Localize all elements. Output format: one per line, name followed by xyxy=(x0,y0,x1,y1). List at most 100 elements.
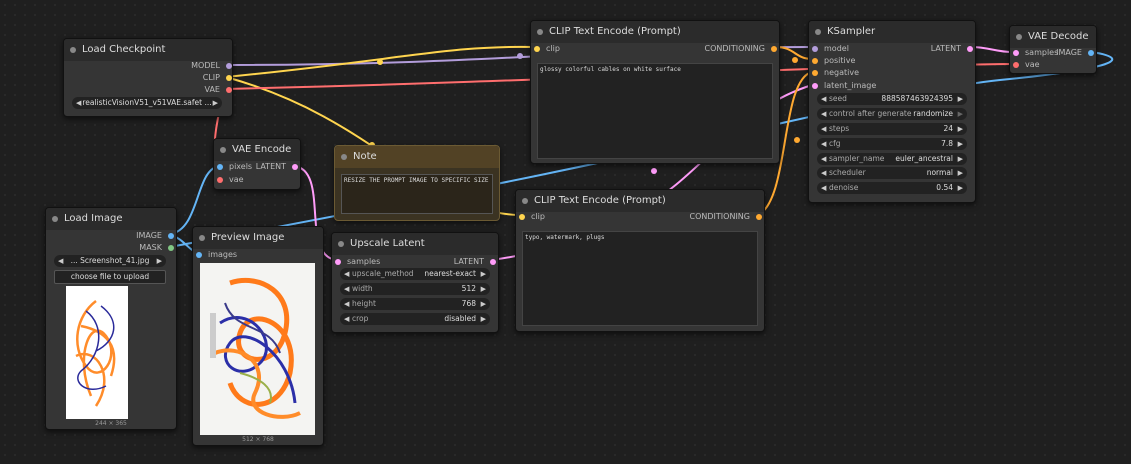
arrow-right-icon[interactable]: ▶ xyxy=(958,182,963,194)
prompt-textarea[interactable]: typo, watermark, plugs xyxy=(522,231,758,326)
arrow-right-icon[interactable]: ▶ xyxy=(481,298,486,310)
scheduler-widget[interactable]: ◀ scheduler normal ▶ xyxy=(817,167,967,179)
input-vae[interactable]: vae xyxy=(1013,60,1040,70)
collapse-dot-icon[interactable] xyxy=(537,29,543,35)
collapse-dot-icon[interactable] xyxy=(70,47,76,53)
node-title[interactable]: Upscale Latent xyxy=(332,233,498,255)
arrow-left-icon[interactable]: ◀ xyxy=(344,283,349,295)
latent-port-icon[interactable] xyxy=(967,46,973,52)
output-model[interactable]: MODEL xyxy=(191,61,232,71)
crop-widget[interactable]: ◀ crop disabled ▶ xyxy=(340,313,490,325)
output-vae[interactable]: VAE xyxy=(205,85,232,95)
ksampler-node[interactable]: KSampler model positive negative latent_… xyxy=(808,20,976,203)
input-samples[interactable]: samples xyxy=(335,257,380,267)
vae-port-icon[interactable] xyxy=(217,177,223,183)
clip-text-encode-positive-node[interactable]: CLIP Text Encode (Prompt) clip CONDITION… xyxy=(530,20,780,164)
input-negative[interactable]: negative xyxy=(812,68,859,78)
output-latent[interactable]: LATENT xyxy=(931,44,973,54)
image-port-icon[interactable] xyxy=(196,252,202,258)
collapse-dot-icon[interactable] xyxy=(522,198,528,204)
arrow-left-icon[interactable]: ◀ xyxy=(344,298,349,310)
input-samples[interactable]: samples xyxy=(1013,48,1058,58)
node-title[interactable]: CLIP Text Encode (Prompt) xyxy=(531,21,779,43)
collapse-dot-icon[interactable] xyxy=(341,154,347,160)
arrow-right-icon[interactable]: ▶ xyxy=(157,255,162,267)
collapse-dot-icon[interactable] xyxy=(220,147,226,153)
clip-text-encode-negative-node[interactable]: CLIP Text Encode (Prompt) clip CONDITION… xyxy=(515,189,765,332)
output-conditioning[interactable]: CONDITIONING xyxy=(705,44,777,54)
input-clip[interactable]: clip xyxy=(534,44,560,54)
output-clip[interactable]: CLIP xyxy=(203,73,232,83)
collapse-dot-icon[interactable] xyxy=(199,235,205,241)
output-latent[interactable]: LATENT xyxy=(454,257,496,267)
arrow-left-icon[interactable]: ◀ xyxy=(821,167,826,179)
input-positive[interactable]: positive xyxy=(812,56,855,66)
collapse-dot-icon[interactable] xyxy=(52,216,58,222)
arrow-right-icon[interactable]: ▶ xyxy=(958,93,963,105)
input-images[interactable]: images xyxy=(196,250,237,260)
node-title[interactable]: Note xyxy=(335,146,499,168)
arrow-right-icon[interactable]: ▶ xyxy=(481,268,486,280)
arrow-left-icon[interactable]: ◀ xyxy=(821,138,826,150)
node-title[interactable]: VAE Decode xyxy=(1010,26,1096,48)
sampler-name-widget[interactable]: ◀ sampler_name euler_ancestral ▶ xyxy=(817,153,967,165)
arrow-left-icon[interactable]: ◀ xyxy=(344,268,349,280)
image-name-combo[interactable]: ◀... Screenshot_41.jpg ▶ xyxy=(54,255,166,267)
vae-decode-node[interactable]: VAE Decode samples vae IMAGE xyxy=(1009,25,1097,74)
upload-button[interactable]: choose file to upload xyxy=(54,270,166,284)
image-port-icon[interactable] xyxy=(168,233,174,239)
denoise-widget[interactable]: ◀ denoise 0.54 ▶ xyxy=(817,182,967,194)
arrow-right-icon[interactable]: ▶ xyxy=(958,153,963,165)
latent-port-icon[interactable] xyxy=(292,164,298,170)
arrow-left-icon[interactable]: ◀ xyxy=(821,153,826,165)
image-port-icon[interactable] xyxy=(217,164,223,170)
height-widget[interactable]: ◀ height 768 ▶ xyxy=(340,298,490,310)
arrow-right-icon[interactable]: ▶ xyxy=(958,108,963,120)
upscale-method-widget[interactable]: ◀ upscale_method nearest-exact ▶ xyxy=(340,268,490,280)
steps-widget[interactable]: ◀ steps 24 ▶ xyxy=(817,123,967,135)
ckpt-name-combo[interactable]: ◀ realisticVisionV51_v51VAE.safet ... ▶ xyxy=(72,97,222,109)
input-latent-image[interactable]: latent_image xyxy=(812,81,876,91)
latent-port-icon[interactable] xyxy=(490,259,496,265)
control-after-generate-widget[interactable]: ◀ control after generate randomize ▶ xyxy=(817,108,967,120)
clip-port-icon[interactable] xyxy=(226,75,232,81)
note-text[interactable]: RESIZE THE PROMPT IMAGE TO SPECIFIC SIZE xyxy=(341,174,493,214)
arrow-left-icon[interactable]: ◀ xyxy=(821,123,826,135)
output-conditioning[interactable]: CONDITIONING xyxy=(690,212,762,222)
vae-port-icon[interactable] xyxy=(1013,62,1019,68)
note-node[interactable]: Note RESIZE THE PROMPT IMAGE TO SPECIFIC… xyxy=(334,145,500,221)
load-checkpoint-node[interactable]: Load Checkpoint MODEL CLIP VAE ◀ realist… xyxy=(63,38,233,117)
arrow-right-icon[interactable]: ▶ xyxy=(958,167,963,179)
collapse-dot-icon[interactable] xyxy=(338,241,344,247)
conditioning-port-icon[interactable] xyxy=(756,214,762,220)
vae-port-icon[interactable] xyxy=(226,87,232,93)
model-port-icon[interactable] xyxy=(226,63,232,69)
conditioning-port-icon[interactable] xyxy=(771,46,777,52)
input-clip[interactable]: clip xyxy=(519,212,545,222)
arrow-right-icon[interactable]: ▶ xyxy=(481,283,486,295)
latent-port-icon[interactable] xyxy=(812,83,818,89)
width-widget[interactable]: ◀ width 512 ▶ xyxy=(340,283,490,295)
node-title[interactable]: KSampler xyxy=(809,21,975,43)
collapse-dot-icon[interactable] xyxy=(815,29,821,35)
input-vae[interactable]: vae xyxy=(217,175,244,185)
node-title[interactable]: Load Image xyxy=(46,208,176,230)
node-title[interactable]: Preview Image xyxy=(193,227,323,249)
upscale-latent-node[interactable]: Upscale Latent samples LATENT ◀ upscale_m… xyxy=(331,232,499,333)
seed-widget[interactable]: ◀ seed 888587463924395 ▶ xyxy=(817,93,967,105)
arrow-right-icon[interactable]: ▶ xyxy=(958,138,963,150)
cfg-widget[interactable]: ◀ cfg 7.8 ▶ xyxy=(817,138,967,150)
node-title[interactable]: Load Checkpoint xyxy=(64,39,232,61)
load-image-node[interactable]: Load Image IMAGE MASK ◀... Screenshot_41… xyxy=(45,207,177,430)
output-image[interactable]: IMAGE xyxy=(136,231,174,241)
model-port-icon[interactable] xyxy=(812,46,818,52)
latent-port-icon[interactable] xyxy=(335,259,341,265)
output-mask[interactable]: MASK xyxy=(139,243,174,253)
conditioning-port-icon[interactable] xyxy=(812,70,818,76)
arrow-left-icon[interactable]: ◀ xyxy=(821,93,826,105)
clip-port-icon[interactable] xyxy=(534,46,540,52)
arrow-left-icon[interactable]: ◀ xyxy=(821,182,826,194)
node-title[interactable]: VAE Encode xyxy=(214,139,300,161)
input-model[interactable]: model xyxy=(812,44,849,54)
prompt-textarea[interactable]: glossy colorful cables on white surface xyxy=(537,63,773,159)
